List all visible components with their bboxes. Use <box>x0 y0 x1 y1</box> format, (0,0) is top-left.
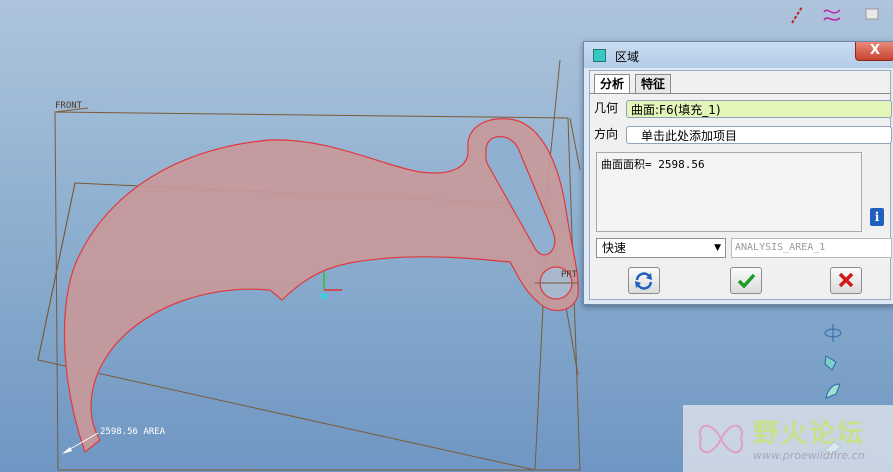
revolve-icon[interactable] <box>822 322 844 344</box>
mode-select[interactable]: 快速 ▼ <box>596 238 726 258</box>
coordinate-axes <box>321 272 342 299</box>
repeat-icon <box>635 272 653 290</box>
ok-button[interactable] <box>730 267 762 294</box>
shape-icon[interactable] <box>862 4 884 26</box>
result-text: 曲面面积= 2598.56 <box>601 158 705 171</box>
cancel-x-icon <box>838 272 854 288</box>
sweep-icon[interactable] <box>822 352 844 374</box>
geometry-field[interactable]: 曲面:F6(填充_1) <box>626 100 892 118</box>
watermark-logo-icon <box>699 424 743 454</box>
checkmark-icon <box>737 273 756 289</box>
geometry-label: 几何 <box>594 101 619 115</box>
analysis-name-field[interactable]: ANALYSIS_AREA_1 <box>731 238 892 258</box>
dialog-title: 区域 <box>615 50 640 64</box>
blend-icon[interactable] <box>822 380 844 402</box>
info-icon[interactable]: i <box>870 208 884 226</box>
front-label: FRONT <box>55 101 83 111</box>
sketch-line-icon[interactable] <box>786 4 808 26</box>
dialog-titlebar[interactable]: 区域 X <box>584 42 893 68</box>
chevron-down-icon: ▼ <box>714 243 721 253</box>
close-button[interactable]: X <box>855 42 893 61</box>
watermark-text: 野火论坛 <box>753 419 866 449</box>
result-box: 曲面面积= 2598.56 <box>596 152 862 232</box>
area-annotation: 2598.56 AREA <box>100 427 166 437</box>
cancel-button[interactable] <box>830 267 862 294</box>
tab-features[interactable]: 特征 <box>635 74 672 93</box>
area-analysis-dialog: 区域 X 分析 特征 几何 曲面:F6(填充_1) 方向 单击此处添加项目 曲面… <box>583 41 893 305</box>
repeat-button[interactable] <box>628 267 660 294</box>
dialog-body: 分析 特征 几何 曲面:F6(填充_1) 方向 单击此处添加项目 曲面面积= 2… <box>589 70 892 300</box>
watermark: 野火论坛 www.proewildfire.cn <box>683 405 893 472</box>
direction-label: 方向 <box>594 127 619 141</box>
tab-divider <box>590 93 890 94</box>
direction-field[interactable]: 单击此处添加项目 <box>626 126 892 144</box>
mode-value: 快速 <box>602 241 627 255</box>
tab-analysis[interactable]: 分析 <box>594 74 631 93</box>
dialog-app-icon <box>593 49 606 62</box>
prt-label: PRT <box>561 270 578 280</box>
curve-icon[interactable] <box>822 4 844 26</box>
watermark-url: www.proewildfire.cn <box>753 449 865 462</box>
